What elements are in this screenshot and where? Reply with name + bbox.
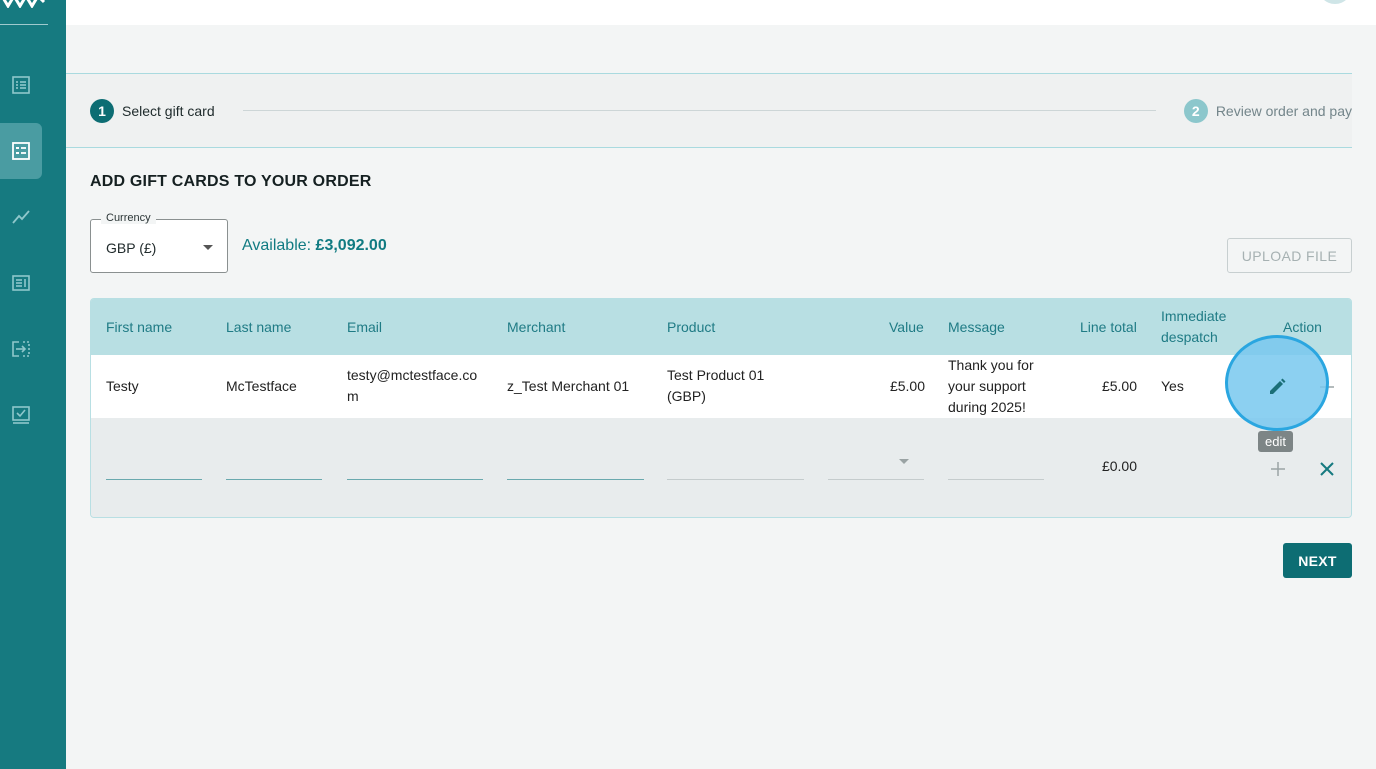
- new-entry-row: £0.00: [91, 418, 1351, 517]
- cell-line-total: £5.00: [1101, 378, 1137, 394]
- step-label: Review order and pay: [1215, 103, 1352, 119]
- step-number: 1: [90, 99, 114, 123]
- edit-icon[interactable]: [1266, 376, 1288, 398]
- sidebar-item-tasks[interactable]: [0, 387, 42, 443]
- step-label: Select gift card: [122, 103, 215, 119]
- product-select[interactable]: [667, 479, 804, 480]
- available-amount: £3,092.00: [315, 237, 387, 254]
- sidebar-item-transfers[interactable]: [0, 321, 42, 377]
- step-review-order: 2 Review order and pay: [1183, 99, 1352, 123]
- value-select[interactable]: [828, 479, 924, 480]
- cell-immediate-despatch: Yes: [1161, 378, 1184, 394]
- close-icon[interactable]: [1319, 461, 1335, 477]
- stepper-connector: [243, 110, 1156, 111]
- column-action: Action: [1283, 319, 1322, 335]
- cell-value: £5.00: [889, 378, 925, 394]
- cell-message: Thank you for your support during 2025!: [948, 357, 1034, 415]
- column-message: Message: [948, 319, 1005, 335]
- column-first-name: First name: [106, 319, 173, 335]
- column-value: Value: [889, 319, 924, 335]
- cell-last-name: McTestface: [226, 378, 297, 394]
- column-last-name: Last name: [226, 319, 292, 335]
- table-row: Testy McTestface testy@mctestface.com z_…: [91, 355, 1351, 418]
- sidebar: [0, 0, 66, 769]
- column-email: Email: [347, 319, 383, 335]
- sidebar-item-gift-cards[interactable]: [0, 123, 42, 179]
- gift-card-table: First name Last name Email Merchant Prod…: [90, 298, 1352, 518]
- column-product: Product: [667, 319, 716, 335]
- available-balance: Available: £3,092.00: [242, 237, 387, 255]
- column-merchant: Merchant: [507, 319, 566, 335]
- reports-icon: [12, 275, 30, 291]
- column-immediate-despatch: Immediate despatch: [1161, 308, 1227, 345]
- chevron-down-icon: [203, 245, 213, 250]
- sidebar-item-reports[interactable]: [0, 255, 42, 311]
- chevron-down-icon: [899, 459, 909, 464]
- checklist-icon: [12, 406, 30, 424]
- orders-list-icon: [12, 76, 30, 94]
- order-stepper: 1 Select gift card 2 Review order and pa…: [66, 73, 1352, 148]
- gift-card-list-icon: [12, 142, 30, 160]
- analytics-chart-icon: [12, 210, 30, 224]
- message-input[interactable]: [948, 479, 1044, 480]
- cell-merchant: z_Test Merchant 01: [507, 378, 630, 394]
- currency-label: Currency: [101, 212, 156, 224]
- step-select-gift-card: 1 Select gift card: [90, 99, 215, 123]
- last-name-input[interactable]: [226, 479, 322, 480]
- step-number: 2: [1183, 99, 1208, 123]
- avatar[interactable]: [1318, 0, 1352, 4]
- merchant-input[interactable]: [507, 479, 644, 480]
- currency-select[interactable]: Currency GBP (£): [90, 212, 228, 273]
- sidebar-divider: [0, 24, 48, 25]
- page-title: ADD GIFT CARDS TO YOUR ORDER: [90, 173, 372, 190]
- table-header: First name Last name Email Merchant Prod…: [91, 299, 1351, 355]
- currency-value: GBP (£): [106, 240, 157, 256]
- upload-file-button[interactable]: UPLOAD FILE: [1227, 238, 1352, 273]
- add-icon[interactable]: [1270, 461, 1286, 477]
- sidebar-item-analytics[interactable]: [0, 189, 42, 245]
- sidebar-item-orders[interactable]: [0, 57, 42, 113]
- logo-icon: [2, 0, 46, 8]
- cell-email: testy@mctestface.com: [347, 367, 478, 404]
- edit-tooltip: edit: [1258, 431, 1293, 452]
- email-input[interactable]: [347, 479, 483, 480]
- cell-line-total: £0.00: [1101, 458, 1137, 474]
- cell-product: Test Product 01 (GBP): [667, 367, 765, 404]
- transfer-icon: [12, 341, 30, 357]
- first-name-input[interactable]: [106, 479, 202, 480]
- cell-first-name: Testy: [106, 378, 139, 394]
- column-line-total: Line total: [1080, 319, 1137, 335]
- top-bar: [66, 0, 1376, 25]
- next-button[interactable]: NEXT: [1283, 543, 1352, 578]
- available-label: Available:: [242, 237, 312, 254]
